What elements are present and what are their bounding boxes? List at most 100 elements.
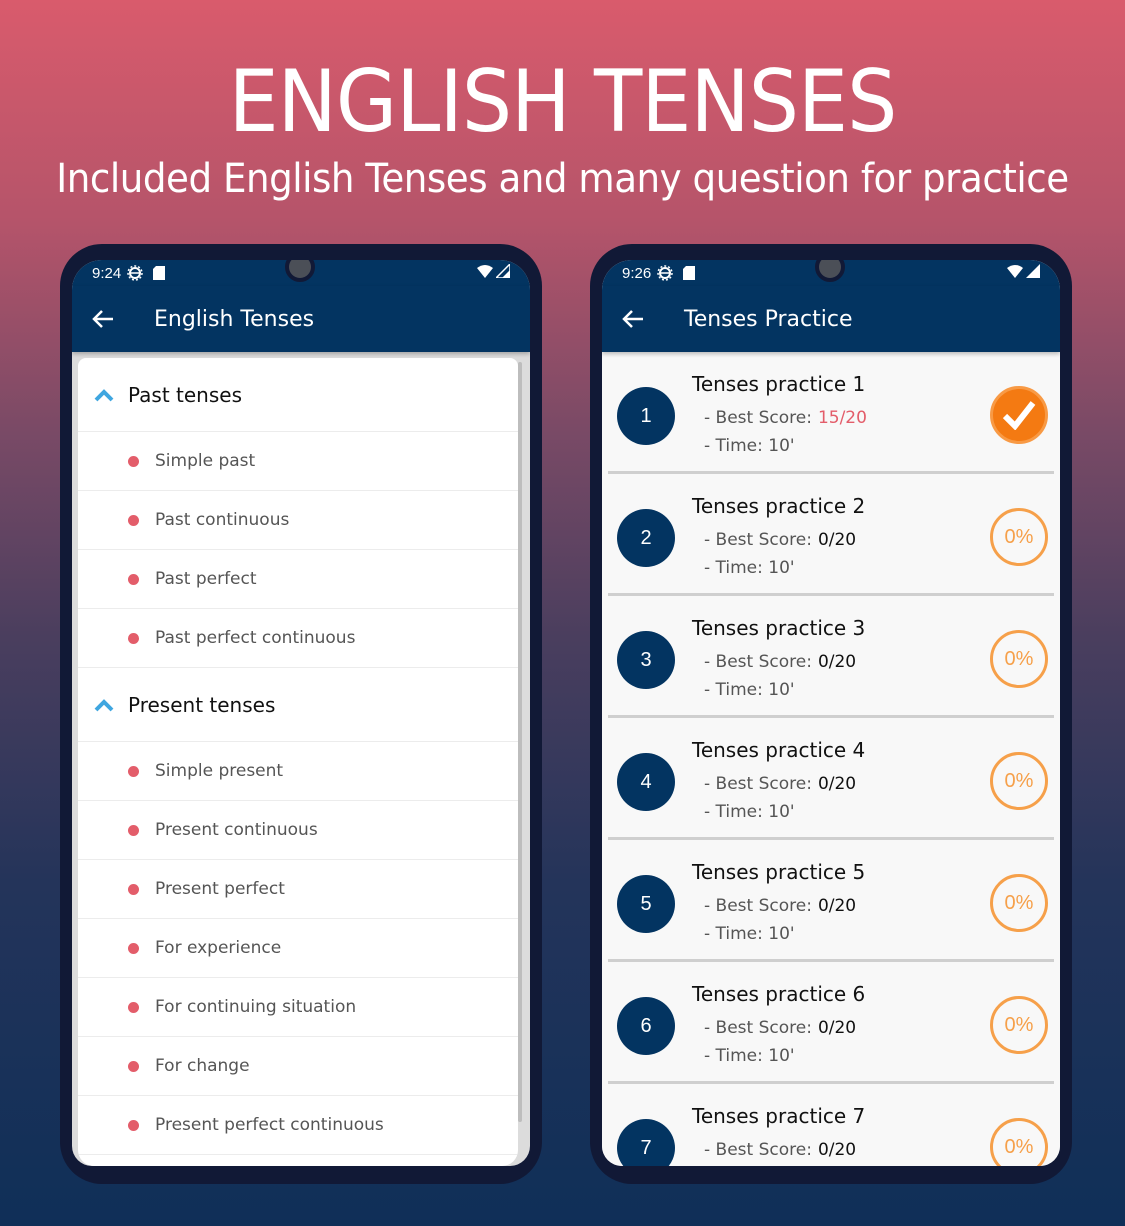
completed-check-icon: [990, 386, 1048, 444]
status-time: 9:26: [622, 264, 652, 282]
best-score-value: 0/20: [817, 1140, 857, 1160]
time-row: - Time: 10': [704, 436, 795, 456]
best-score-value: 0/20: [817, 530, 857, 550]
time-value: 10': [768, 680, 795, 700]
time-row: - Time: 10': [704, 924, 795, 944]
practice-title: Tenses practice 7: [692, 1104, 866, 1128]
best-score-row: - Best Score: 0/20: [704, 1018, 856, 1038]
list-item[interactable]: For experience: [78, 919, 518, 978]
practice-item[interactable]: 2 Tenses practice 2 - Best Score: 0/20 - …: [608, 474, 1054, 596]
settings-icon: [657, 265, 673, 281]
best-score-label: - Best Score:: [704, 530, 812, 550]
arrow-left-icon[interactable]: [92, 307, 116, 331]
page-title: English Tenses: [154, 306, 315, 332]
best-score-label: - Best Score:: [704, 408, 812, 428]
list-item[interactable]: Simple past: [78, 432, 518, 491]
practice-number-badge: 5: [617, 875, 675, 933]
best-score-value: 15/20: [817, 408, 867, 428]
practice-title: Tenses practice 6: [692, 982, 866, 1006]
item-label: For experience: [155, 938, 282, 958]
list-item[interactable]: For change: [78, 1037, 518, 1096]
signal-icon: [494, 262, 511, 282]
best-score-label: - Best Score:: [704, 1018, 812, 1038]
practice-item[interactable]: 3 Tenses practice 3 - Best Score: 0/20 - …: [608, 596, 1054, 718]
group-label: Present tenses: [128, 692, 276, 717]
scrollbar[interactable]: [518, 362, 522, 1122]
best-score-value: 0/20: [817, 652, 857, 672]
bullet-icon: [128, 632, 139, 644]
list-item[interactable]: Simple present: [78, 742, 518, 801]
practice-title: Tenses practice 1: [692, 372, 866, 396]
best-score-row: - Best Score: 0/20: [704, 1140, 856, 1160]
list-item[interactable]: Present continuous: [78, 801, 518, 860]
practice-item[interactable]: 7 Tenses practice 7 - Best Score: 0/20 0%: [608, 1084, 1054, 1166]
item-label: For continuing situation: [155, 997, 357, 1017]
bullet-icon: [128, 1001, 139, 1013]
time-value: 10': [768, 436, 795, 456]
list-item[interactable]: Past continuous: [78, 491, 518, 550]
best-score-row: - Best Score: 0/20: [704, 774, 856, 794]
hero-subtitle: Included English Tenses and many questio…: [56, 156, 1069, 202]
chevron-up-icon: [94, 698, 114, 711]
bullet-icon: [128, 942, 139, 954]
bullet-icon: [128, 455, 139, 467]
time-value: 10': [768, 802, 795, 822]
time-label: - Time:: [704, 802, 763, 822]
practice-item[interactable]: 4 Tenses practice 4 - Best Score: 0/20 - …: [608, 718, 1054, 840]
time-label: - Time:: [704, 558, 763, 578]
practice-number-badge: 1: [617, 387, 675, 445]
list-item[interactable]: Past perfect continuous: [78, 609, 518, 668]
chevron-up-icon: [94, 388, 114, 401]
practice-number-badge: 3: [617, 631, 675, 689]
time-row: - Time: 10': [704, 802, 795, 822]
best-score-value: 0/20: [817, 896, 857, 916]
arrow-left-icon[interactable]: [622, 307, 646, 331]
group-header-past[interactable]: Past tenses: [78, 358, 518, 432]
best-score-label: - Best Score:: [704, 652, 812, 672]
practice-number-badge: 6: [617, 997, 675, 1055]
phone-frame-english-tenses: 9:24 English Tenses Past tenses Simple p…: [60, 244, 542, 1184]
practice-item[interactable]: 6 Tenses practice 6 - Best Score: 0/20 - …: [608, 962, 1054, 1084]
best-score-value: 0/20: [817, 774, 857, 794]
signal-icon: [1026, 264, 1040, 282]
item-label: Present continuous: [155, 820, 318, 840]
item-label: For change: [155, 1056, 250, 1076]
time-value: 10': [768, 1046, 795, 1066]
bullet-icon: [128, 514, 139, 526]
practice-item[interactable]: 1 Tenses practice 1 - Best Score: 15/20 -…: [608, 352, 1054, 474]
progress-percent-badge: 0%: [990, 996, 1048, 1054]
progress-percent-badge: 0%: [990, 1118, 1048, 1166]
list-item[interactable]: Past perfect: [78, 550, 518, 609]
status-time: 9:24: [92, 264, 122, 282]
practice-title: Tenses practice 2: [692, 494, 866, 518]
app-bar: English Tenses: [72, 286, 530, 352]
best-score-row: - Best Score: 0/20: [704, 530, 856, 550]
list-item[interactable]: For continuing situation: [78, 978, 518, 1037]
time-label: - Time:: [704, 924, 763, 944]
front-camera: [815, 260, 845, 282]
phone-screen: 9:26 Tenses Practice 1 Tenses practice 1: [602, 260, 1060, 1166]
wifi-icon: [477, 264, 493, 282]
best-score-row: - Best Score: 0/20: [704, 652, 856, 672]
hero-title: ENGLISH TENSES: [228, 52, 898, 152]
progress-percent-badge: 0%: [990, 752, 1048, 810]
time-row: - Time: 10': [704, 1046, 795, 1066]
time-value: 10': [768, 924, 795, 944]
list-item[interactable]: Present perfect: [78, 860, 518, 919]
practice-title: Tenses practice 4: [692, 738, 866, 762]
group-header-present[interactable]: Present tenses: [78, 668, 518, 742]
progress-percent-badge: 0%: [990, 508, 1048, 566]
list-item[interactable]: Present perfect continuous: [78, 1096, 518, 1155]
settings-icon: [127, 265, 143, 281]
page-title: Tenses Practice: [684, 306, 853, 332]
practice-item[interactable]: 5 Tenses practice 5 - Best Score: 0/20 - …: [608, 840, 1054, 962]
status-bar: 9:26: [602, 260, 1060, 286]
item-label: Present perfect: [155, 879, 285, 899]
bullet-icon: [128, 573, 139, 585]
group-label: Past tenses: [128, 382, 243, 407]
bullet-icon: [128, 1060, 139, 1072]
practice-title: Tenses practice 3: [692, 616, 866, 640]
item-label: Past perfect continuous: [155, 628, 356, 648]
time-label: - Time:: [704, 1046, 763, 1066]
time-value: 10': [768, 558, 795, 578]
